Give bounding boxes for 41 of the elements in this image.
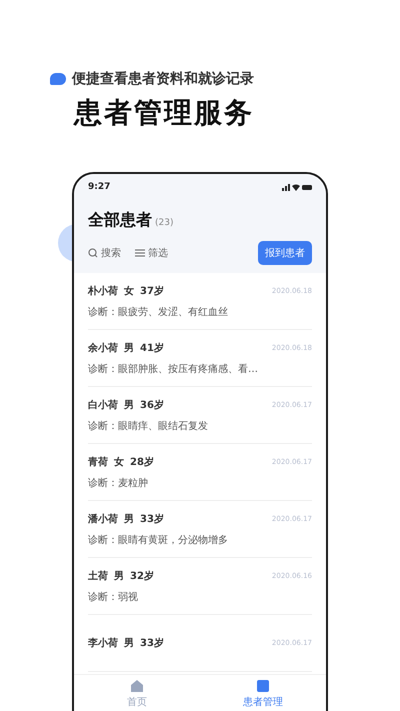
filter-link[interactable]: 筛选 xyxy=(135,246,168,260)
home-icon xyxy=(129,678,145,694)
patient-age: 28岁 xyxy=(130,456,154,468)
patient-gender: 男 xyxy=(124,342,134,354)
patient-gender: 男 xyxy=(124,398,134,412)
patient-name: 李小荷 xyxy=(88,636,118,650)
diagnosis-text: 诊断：眼疲劳、发涩、有红血丝 xyxy=(88,306,229,318)
filter-icon xyxy=(135,248,145,258)
patient-name: 朴小荷 xyxy=(88,284,118,298)
diagnosis-text: 诊断：眼部肿胀、按压有疼痛感、看… xyxy=(88,362,259,376)
tab-item[interactable]: 患者管理 xyxy=(200,675,326,711)
patient-age: 33岁 xyxy=(140,512,164,526)
patient-name: 余小荷 xyxy=(88,342,118,354)
patient-name: 青荷 xyxy=(88,456,108,468)
patient-name: 土荷 xyxy=(88,570,108,582)
patient-age: 33岁 xyxy=(140,636,164,650)
page-title: 全部患者 xyxy=(88,210,152,231)
patient-gender: 男 xyxy=(124,512,134,526)
check-in-button[interactable]: 报到患者 xyxy=(258,241,312,265)
patient-name: 白小荷 xyxy=(88,398,118,412)
chat-bubble-icon xyxy=(50,73,66,85)
patient-age: 32岁 xyxy=(130,570,154,582)
patient-age: 36岁 xyxy=(140,398,164,412)
headline: 患者管理服务 xyxy=(74,95,255,131)
search-icon xyxy=(88,248,98,258)
diagnosis-text: 诊断：眼睛痒、眼结石复发 xyxy=(88,420,209,432)
subtitle: 便捷查看患者资料和就诊记录 xyxy=(72,70,254,88)
patient-age: 37岁 xyxy=(140,284,164,298)
patient-count: (23) xyxy=(155,218,174,228)
diagnosis-text: 诊断：弱视 xyxy=(88,590,139,604)
diagnosis-text: 诊断：麦粒肿 xyxy=(88,476,149,490)
patient-gender: 女 xyxy=(124,284,134,298)
patient-name: 潘小荷 xyxy=(88,512,118,526)
patient-gender: 女 xyxy=(114,456,124,468)
search-link[interactable]: 搜索 xyxy=(88,246,121,260)
status-time: 9:27 xyxy=(88,182,110,192)
diagnosis-text: 诊断：眼睛有黄斑，分泌物增多 xyxy=(88,534,229,546)
patient-gender: 男 xyxy=(114,570,124,582)
status-icons xyxy=(282,184,312,190)
patient-gender: 男 xyxy=(124,636,134,650)
patient-age: 41岁 xyxy=(140,342,164,354)
